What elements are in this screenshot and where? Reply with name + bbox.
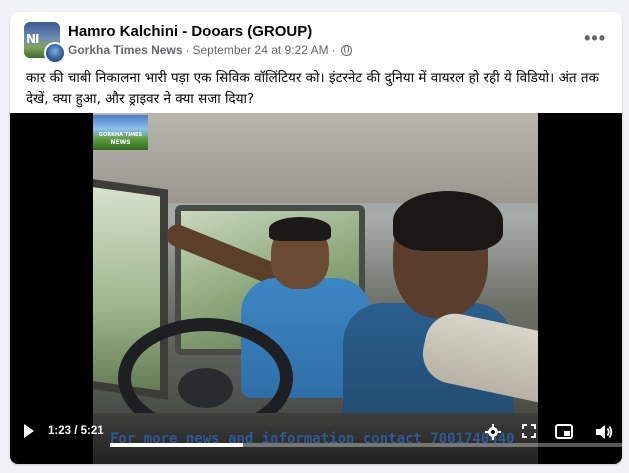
more-options-button[interactable]: •••: [584, 28, 606, 49]
picture-in-picture-icon[interactable]: [555, 424, 573, 439]
current-time: 1:23: [48, 425, 72, 437]
duration: 5:21: [80, 425, 104, 437]
globe-icon: [340, 44, 352, 56]
time-display: 1:23 / 5:21: [48, 425, 104, 437]
volume-icon[interactable]: [595, 424, 613, 440]
post-caption: कार की चाबी निकालना भारी पड़ा एक सिविक व…: [26, 70, 599, 107]
driver-hair: [393, 191, 503, 251]
time-separator: /: [71, 425, 81, 437]
progress-bar[interactable]: [110, 443, 622, 447]
volunteer-hair: [269, 217, 331, 241]
post-date-link[interactable]: September 24 at 9:22 AM: [193, 43, 329, 57]
video-frame[interactable]: [93, 113, 538, 464]
page-name-link[interactable]: Gorkha Times News: [68, 43, 183, 57]
play-icon[interactable]: [24, 424, 34, 438]
gear-icon[interactable]: [485, 424, 501, 440]
page-avatar[interactable]: [44, 42, 66, 64]
logo-text-2: NEWS: [110, 139, 131, 146]
post-author[interactable]: Hamro Kalchini - Dooars (GROUP): [68, 23, 312, 40]
group-avatar[interactable]: NI: [24, 22, 66, 64]
steering-hub: [178, 368, 233, 408]
post-card: NI Hamro Kalchini - Dooars (GROUP) Gorkh…: [10, 12, 622, 464]
avatar-letters: NI: [26, 32, 39, 46]
expand-icon[interactable]: [522, 424, 536, 438]
logo-text-1: GORKHA TIMES: [98, 132, 143, 138]
meta-separator-2: ·: [331, 43, 336, 57]
meta-separator: ·: [185, 43, 190, 57]
post-meta: Gorkha Times News · September 24 at 9:22…: [68, 43, 352, 57]
video-player[interactable]: GORKHA TIMES NEWS For more news and info…: [10, 113, 622, 464]
channel-logo: GORKHA TIMES NEWS: [93, 115, 148, 150]
progress-fill: [110, 443, 243, 447]
